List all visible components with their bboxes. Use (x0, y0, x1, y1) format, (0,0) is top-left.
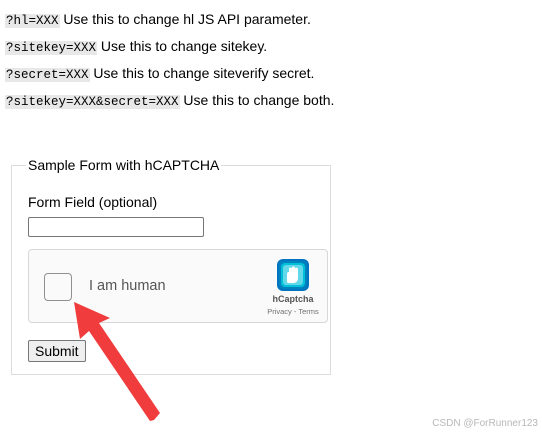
page: ?hl=XXX Use this to change hl JS API par… (0, 0, 542, 435)
watermark: CSDN @ForRunner123 (432, 418, 538, 429)
annotation-arrow-shape (74, 302, 160, 421)
annotation-arrow-icon (74, 302, 160, 421)
